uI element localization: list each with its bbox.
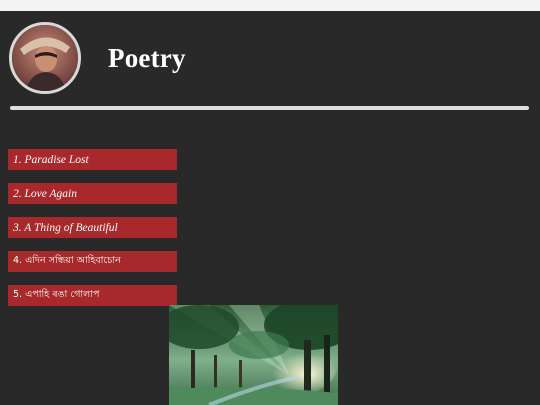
user-photo-icon (12, 25, 78, 91)
page-title: Poetry (108, 43, 186, 73)
poem-label: 4. এদিন সন্ধিয়া আহিবাচোন (13, 255, 121, 266)
poem-list: 1. Paradise Lost 2. Love Again 3. A Thin… (8, 149, 177, 319)
poem-link-paradise-lost[interactable]: 1. Paradise Lost (8, 149, 177, 170)
poem-link-love-again[interactable]: 2. Love Again (8, 183, 177, 204)
forest-painting-image (169, 305, 338, 405)
poem-label: 2. Love Again (13, 187, 77, 200)
poem-label: 1. Paradise Lost (13, 153, 89, 166)
poem-label: 3. A Thing of Beautiful (13, 221, 118, 234)
poem-label: 5. এপাহি ৰঙা গোলাপ (13, 289, 100, 300)
browser-top-strip (0, 0, 540, 11)
profile-avatar[interactable] (9, 22, 81, 94)
poem-link-5[interactable]: 5. এপাহি ৰঙা গোলাপ (8, 285, 177, 306)
header-divider (10, 106, 529, 110)
poem-link-4[interactable]: 4. এদিন সন্ধিয়া আহিবাচোন (8, 251, 177, 272)
poem-link-a-thing-of-beautiful[interactable]: 3. A Thing of Beautiful (8, 217, 177, 238)
